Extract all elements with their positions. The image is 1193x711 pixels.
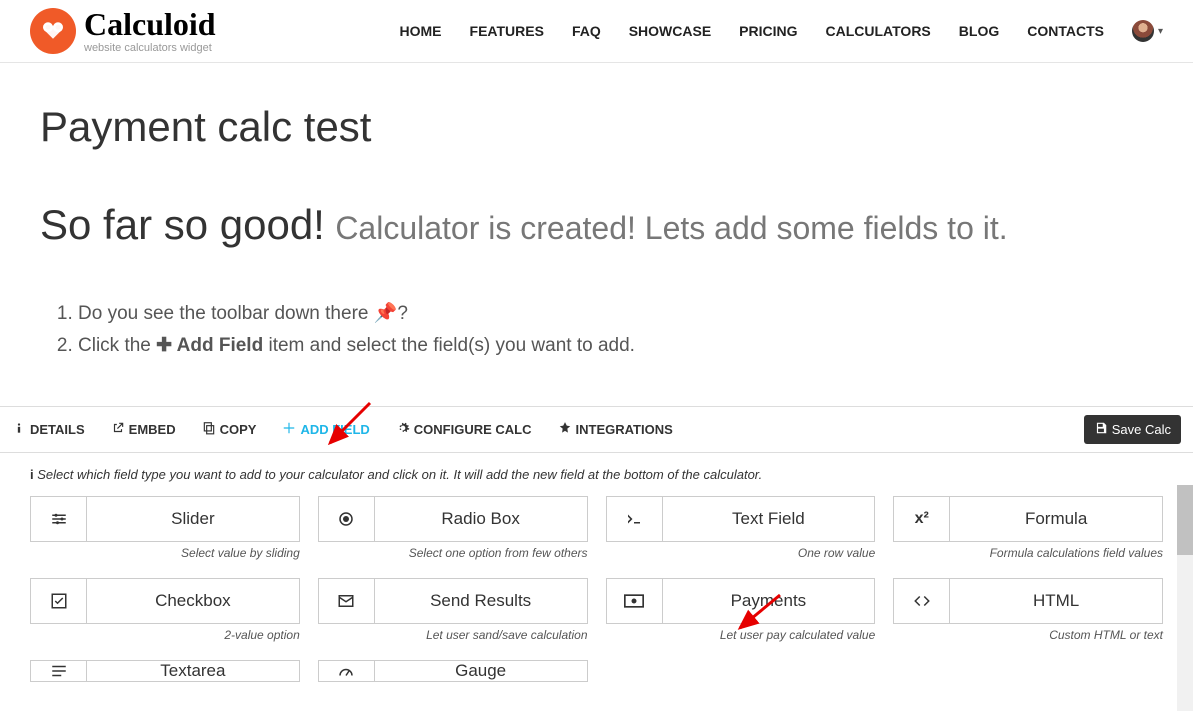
nav-showcase[interactable]: SHOWCASE <box>629 23 711 39</box>
money-icon <box>607 579 663 623</box>
checkbox-icon <box>31 579 87 623</box>
toolbar-embed[interactable]: EMBED <box>111 411 176 448</box>
avatar <box>1132 20 1154 42</box>
nav-faq[interactable]: FAQ <box>572 23 601 39</box>
field-html-desc: Custom HTML or text <box>893 628 1163 642</box>
step-2: Click the ✚ Add Field item and select th… <box>78 331 1163 361</box>
main-content: Payment calc test So far so good! Calcul… <box>0 63 1193 384</box>
terminal-icon <box>607 497 663 541</box>
field-send[interactable]: Send Results <box>318 578 588 624</box>
pin-icon: 📌 <box>374 299 398 329</box>
subtitle: So far so good! Calculator is created! L… <box>40 201 1163 249</box>
toolbar-details[interactable]: DETAILS <box>12 411 85 448</box>
nav-features[interactable]: FEATURES <box>470 23 544 39</box>
field-checkbox-desc: 2-value option <box>30 628 300 642</box>
editor-toolbar: DETAILS EMBED COPY ADD FIELD CONFIGURE C… <box>0 406 1193 453</box>
field-formula-desc: Formula calculations field values <box>893 546 1163 560</box>
help-text: i Select which field type you want to ad… <box>30 467 1163 482</box>
radio-icon <box>319 497 375 541</box>
gauge-icon <box>319 661 375 681</box>
info-icon <box>12 421 26 438</box>
step-1: Do you see the toolbar down there 📌? <box>78 299 1163 329</box>
field-textarea[interactable]: Textarea <box>30 660 300 682</box>
field-slider[interactable]: Slider <box>30 496 300 542</box>
gear-icon <box>396 421 410 438</box>
toolbar-copy[interactable]: COPY <box>202 411 257 448</box>
save-icon <box>1094 421 1108 438</box>
formula-icon: x² <box>894 497 950 541</box>
field-text[interactable]: Text Field <box>606 496 876 542</box>
logo-icon <box>30 8 76 54</box>
toolbar-add-field[interactable]: ADD FIELD <box>282 411 369 448</box>
nav-blog[interactable]: BLOG <box>959 23 999 39</box>
rocket-icon <box>558 421 572 438</box>
copy-icon <box>202 421 216 438</box>
envelope-icon <box>319 579 375 623</box>
field-send-desc: Let user sand/save calculation <box>318 628 588 642</box>
field-formula[interactable]: x² Formula <box>893 496 1163 542</box>
field-slider-desc: Select value by sliding <box>30 546 300 560</box>
user-menu[interactable]: ▾ <box>1132 20 1163 42</box>
plus-icon: ✚ <box>156 335 172 356</box>
field-payments-desc: Let user pay calculated value <box>606 628 876 642</box>
embed-icon <box>111 421 125 438</box>
code-icon <box>894 579 950 623</box>
nav-calculators[interactable]: CALCULATORS <box>826 23 931 39</box>
steps-list: Do you see the toolbar down there 📌? Cli… <box>40 299 1163 362</box>
textarea-icon <box>31 661 87 681</box>
chevron-down-icon: ▾ <box>1158 26 1163 37</box>
nav-contacts[interactable]: CONTACTS <box>1027 23 1104 39</box>
toolbar-integrations[interactable]: INTEGRATIONS <box>558 411 673 448</box>
field-payments[interactable]: Payments <box>606 578 876 624</box>
field-picker: i Select which field type you want to ad… <box>0 453 1193 682</box>
subtitle-light: Calculator is created! Lets add some fie… <box>335 210 1007 246</box>
plus-icon <box>282 421 296 438</box>
field-gauge[interactable]: Gauge <box>318 660 588 682</box>
brand-name: Calculoid <box>84 8 216 40</box>
page-title: Payment calc test <box>40 103 1163 151</box>
field-text-desc: One row value <box>606 546 876 560</box>
save-button[interactable]: Save Calc <box>1084 415 1181 444</box>
slider-icon <box>31 497 87 541</box>
main-nav: HOME FEATURES FAQ SHOWCASE PRICING CALCU… <box>400 20 1163 42</box>
logo[interactable]: Calculoid website calculators widget <box>30 8 216 54</box>
field-checkbox[interactable]: Checkbox <box>30 578 300 624</box>
field-radio[interactable]: Radio Box <box>318 496 588 542</box>
nav-home[interactable]: HOME <box>400 23 442 39</box>
field-radio-desc: Select one option from few others <box>318 546 588 560</box>
field-html[interactable]: HTML <box>893 578 1163 624</box>
toolbar-configure[interactable]: CONFIGURE CALC <box>396 411 532 448</box>
header: Calculoid website calculators widget HOM… <box>0 0 1193 63</box>
nav-pricing[interactable]: PRICING <box>739 23 797 39</box>
subtitle-bold: So far so good! <box>40 201 325 248</box>
brand-tagline: website calculators widget <box>84 42 216 54</box>
